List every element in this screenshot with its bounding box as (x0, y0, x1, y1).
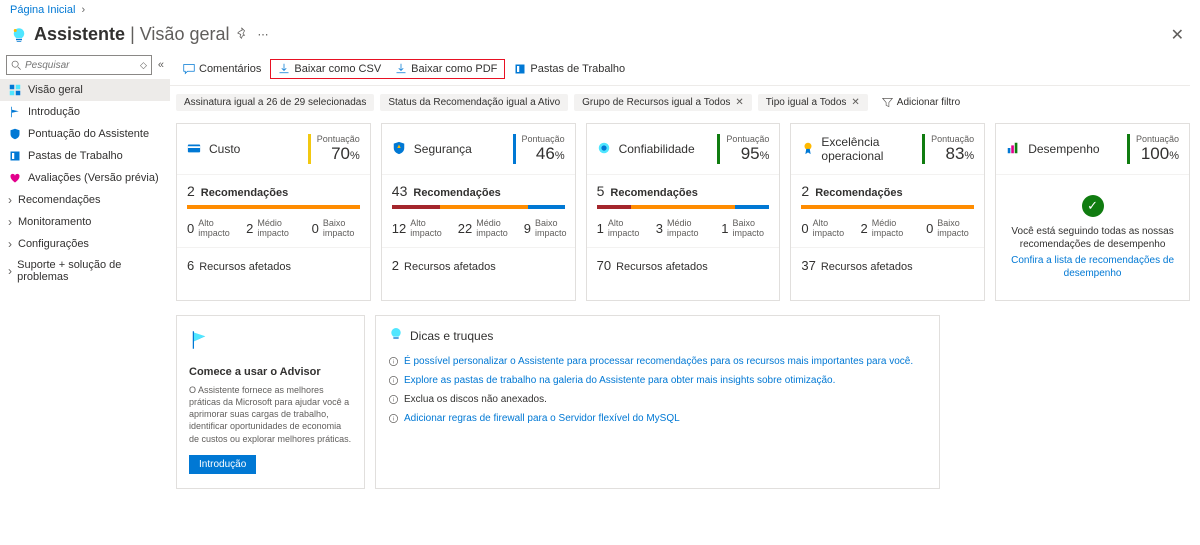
intro-button[interactable]: Introdução (189, 455, 256, 474)
opex-icon (801, 141, 815, 158)
performance-icon (1006, 141, 1022, 158)
overview-icon (8, 84, 22, 96)
card-cost[interactable]: Custo Pontuação70% 2Recomendações 0Alto … (176, 123, 371, 301)
tip-item: iExclua os discos não anexados. (388, 393, 927, 406)
check-icon: ✓ (1082, 195, 1104, 217)
security-icon (392, 141, 408, 158)
shield-icon (8, 128, 22, 140)
nav-recommendations[interactable]: Recomendações (0, 189, 170, 211)
filter-subscription[interactable]: Assinatura igual a 26 de 29 selecionadas (176, 94, 374, 111)
filter-row: Assinatura igual a 26 de 29 selecionadas… (170, 86, 1190, 119)
tips-card: Dicas e truques iÉ possível personalizar… (375, 315, 940, 489)
score-cards: Custo Pontuação70% 2Recomendações 0Alto … (170, 119, 1190, 305)
filter-type[interactable]: Tipo igual a Todos✕ (758, 94, 868, 111)
advisor-title: Comece a usar o Advisor (189, 366, 352, 378)
toolbar: Comentários Baixar como CSV Baixar como … (170, 53, 1190, 86)
impact-bar (392, 205, 565, 209)
download-csv-button[interactable]: Baixar como CSV (271, 60, 388, 78)
sidebar: ◇ « Visão geral Introdução Pontuação do … (0, 53, 170, 499)
search-box[interactable]: ◇ (6, 55, 152, 75)
heart-icon (8, 172, 22, 184)
tip-item: i É possível personalizar o Assistente pa… (388, 355, 927, 368)
tip-item: i Adicionar regras de firewall para o Ser… (388, 412, 927, 425)
advisor-intro-card: Comece a usar o Advisor O Assistente for… (176, 315, 365, 489)
tip-link[interactable]: Adicionar regras de firewall para o Serv… (404, 412, 680, 425)
tip-link[interactable]: Explore as pastas de trabalho na galeria… (404, 374, 835, 387)
close-icon[interactable]: ✕ (735, 97, 743, 108)
svg-text:i: i (393, 398, 394, 404)
impact-bar (801, 205, 974, 209)
breadcrumb: Página Inicial › (0, 0, 1200, 20)
filter-resourcegroup[interactable]: Grupo de Recursos igual a Todos✕ (574, 94, 752, 111)
workbooks-button[interactable]: Pastas de Trabalho (507, 60, 632, 78)
advisor-icon (388, 326, 404, 345)
card-performance[interactable]: Desempenho Pontuação100% ✓ Você está seg… (995, 123, 1190, 301)
nav-score[interactable]: Pontuação do Assistente (0, 123, 170, 145)
nav-overview[interactable]: Visão geral (0, 79, 170, 101)
download-pdf-button[interactable]: Baixar como PDF (388, 60, 504, 78)
download-highlight: Baixar como CSV Baixar como PDF (270, 59, 505, 79)
flag-icon (8, 106, 22, 118)
add-filter-button[interactable]: Adicionar filtro (874, 94, 968, 111)
cost-icon (187, 141, 203, 158)
perf-link[interactable]: Confira a lista de recomendações de dese… (1006, 254, 1179, 280)
svg-text:i: i (393, 360, 394, 366)
pin-icon[interactable] (237, 27, 249, 42)
more-icon[interactable]: ⋯ (257, 28, 268, 41)
nav-evals[interactable]: Avaliações (Versão prévia) (0, 167, 170, 189)
nav-settings[interactable]: Configurações (0, 233, 170, 255)
svg-text:i: i (393, 379, 394, 385)
advisor-description: O Assistente fornece as melhores prática… (189, 384, 352, 445)
sidebar-collapse-icon[interactable]: « (158, 59, 164, 71)
page-title: Assistente | Visão geral (34, 24, 229, 45)
page-header: Assistente | Visão geral ⋯ ✕ (0, 20, 1200, 53)
nav-monitoring[interactable]: Monitoramento (0, 211, 170, 233)
card-security[interactable]: Segurança Pontuação46% 43Recomendações 1… (381, 123, 576, 301)
tip-item: i Explore as pastas de trabalho na galeri… (388, 374, 927, 387)
tip-link[interactable]: É possível personalizar o Assistente par… (404, 355, 913, 368)
comments-button[interactable]: Comentários (176, 60, 268, 78)
advisor-icon (10, 26, 28, 44)
nav-intro[interactable]: Introdução (0, 101, 170, 123)
breadcrumb-home[interactable]: Página Inicial (10, 4, 75, 16)
nav-workbooks[interactable]: Pastas de Trabalho (0, 145, 170, 167)
reliability-icon (597, 141, 613, 158)
workbook-icon (8, 150, 22, 162)
flag-icon (189, 330, 352, 356)
close-icon[interactable]: ✕ (1171, 25, 1184, 45)
card-reliability[interactable]: Confiabilidade Pontuação95% 5Recomendaçõ… (586, 123, 781, 301)
impact-bar (597, 205, 770, 209)
svg-text:i: i (393, 417, 394, 423)
impact-bar (187, 205, 360, 209)
card-opex[interactable]: Excelência operacional Pontuação83% 2Rec… (790, 123, 985, 301)
filter-status[interactable]: Status da Recomendação igual a Ativo (380, 94, 568, 111)
search-input[interactable] (25, 60, 115, 71)
close-icon[interactable]: ✕ (851, 97, 859, 108)
nav-support[interactable]: Suporte + solução de problemas (0, 255, 170, 287)
main-content: Comentários Baixar como CSV Baixar como … (170, 53, 1200, 499)
